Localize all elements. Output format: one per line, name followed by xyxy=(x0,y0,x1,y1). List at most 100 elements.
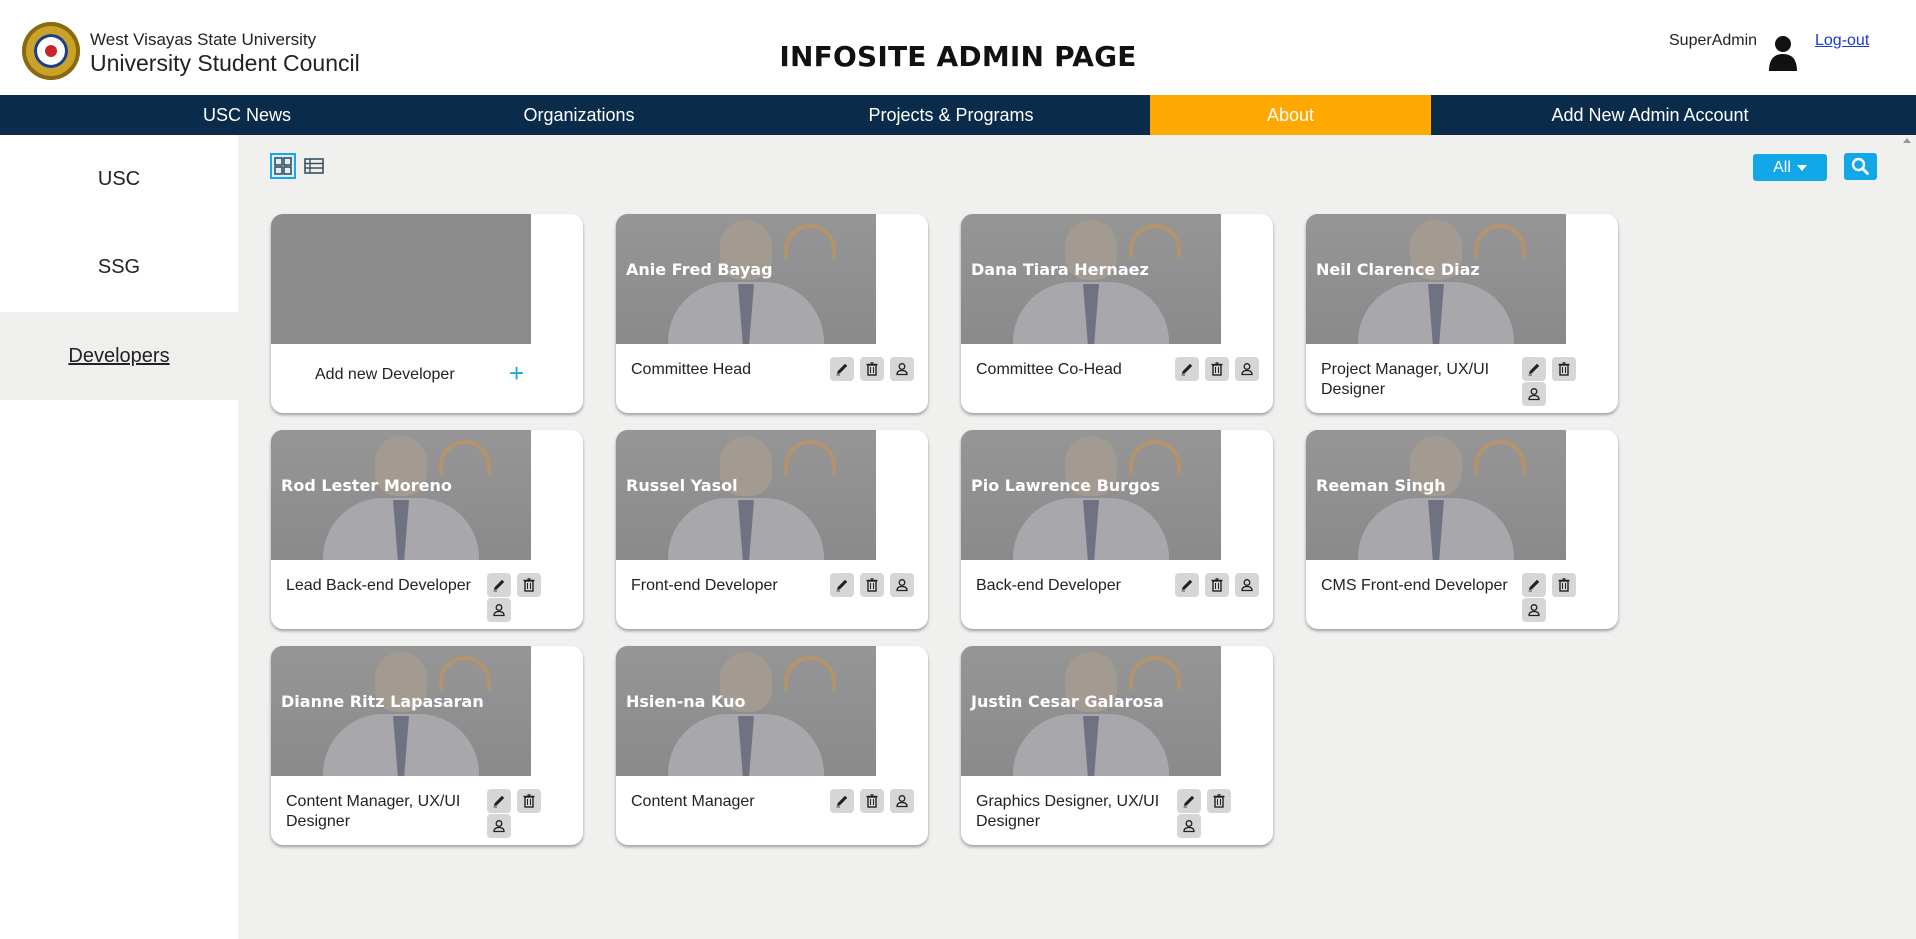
developer-photo xyxy=(1306,430,1566,560)
list-view-button[interactable] xyxy=(301,153,327,179)
developer-role: Committee Head xyxy=(631,361,752,378)
developer-role: Content Manager, UX/UI Designer xyxy=(286,793,461,830)
developer-name: Hsien-na Kuo xyxy=(626,692,746,711)
profile-button[interactable] xyxy=(890,573,914,597)
edit-button[interactable] xyxy=(1522,357,1546,381)
user-outline-icon xyxy=(1241,363,1253,376)
developer-role: CMS Front-end Developer xyxy=(1321,577,1508,594)
header: West Visayas State University University… xyxy=(0,0,1916,95)
developer-card: Anie Fred Bayag Committee Head xyxy=(616,214,928,413)
main-nav: USC News Organizations Projects & Progra… xyxy=(0,95,1916,135)
developer-role: Graphics Designer, UX/UI Designer xyxy=(976,793,1160,830)
sidebar: USC SSG Developers xyxy=(0,135,238,939)
filter-dropdown[interactable]: All xyxy=(1753,154,1827,181)
trash-icon xyxy=(1558,578,1570,592)
scroll-up-arrow[interactable] xyxy=(1903,138,1911,143)
pencil-icon xyxy=(1181,363,1193,376)
developer-name: Russel Yasol xyxy=(626,476,738,495)
edit-button[interactable] xyxy=(830,573,854,597)
user-icon[interactable] xyxy=(1768,34,1798,72)
delete-button[interactable] xyxy=(1552,357,1576,381)
developer-role: Front-end Developer xyxy=(631,577,778,594)
delete-button[interactable] xyxy=(1207,789,1231,813)
trash-icon xyxy=(1558,362,1570,376)
nav-organizations[interactable]: Organizations xyxy=(452,95,706,135)
trash-icon xyxy=(866,794,878,808)
pencil-icon xyxy=(836,363,848,376)
grid-view-button[interactable] xyxy=(270,153,296,179)
logout-link[interactable]: Log-out xyxy=(1815,32,1869,50)
sidebar-item-usc[interactable]: USC xyxy=(0,135,238,223)
edit-button[interactable] xyxy=(1175,573,1199,597)
edit-button[interactable] xyxy=(1522,573,1546,597)
pencil-icon xyxy=(1181,579,1193,592)
edit-button[interactable] xyxy=(487,789,511,813)
developer-name: Neil Clarence Diaz xyxy=(1316,260,1480,279)
delete-button[interactable] xyxy=(860,789,884,813)
nav-add-admin[interactable]: Add New Admin Account xyxy=(1485,95,1815,135)
developer-role: Back-end Developer xyxy=(976,577,1121,594)
delete-button[interactable] xyxy=(860,573,884,597)
trash-icon xyxy=(1211,362,1223,376)
developer-photo xyxy=(271,646,531,776)
placeholder-image xyxy=(271,214,531,344)
search-button[interactable] xyxy=(1844,153,1877,180)
developer-card: Dana Tiara Hernaez Committee Co-Head xyxy=(961,214,1273,413)
developer-card: Justin Cesar Galarosa Graphics Designer,… xyxy=(961,646,1273,845)
profile-button[interactable] xyxy=(1235,357,1259,381)
filter-label: All xyxy=(1773,159,1791,176)
profile-button[interactable] xyxy=(1235,573,1259,597)
edit-button[interactable] xyxy=(1175,357,1199,381)
plus-icon[interactable]: + xyxy=(509,358,524,388)
developer-photo xyxy=(616,430,876,560)
trash-icon xyxy=(1213,794,1225,808)
profile-button[interactable] xyxy=(1522,598,1546,622)
developer-name: Justin Cesar Galarosa xyxy=(971,692,1164,711)
list-view-icon xyxy=(304,158,324,174)
delete-button[interactable] xyxy=(517,789,541,813)
nav-projects-programs[interactable]: Projects & Programs xyxy=(807,95,1095,135)
edit-button[interactable] xyxy=(830,357,854,381)
pencil-icon xyxy=(1528,363,1540,376)
profile-button[interactable] xyxy=(890,357,914,381)
user-outline-icon xyxy=(896,579,908,592)
edit-button[interactable] xyxy=(487,573,511,597)
trash-icon xyxy=(523,794,535,808)
trash-icon xyxy=(866,362,878,376)
page-title: INFOSITE ADMIN PAGE xyxy=(779,40,1137,73)
developer-card: Hsien-na Kuo Content Manager xyxy=(616,646,928,845)
delete-button[interactable] xyxy=(517,573,541,597)
delete-button[interactable] xyxy=(1205,357,1229,381)
profile-button[interactable] xyxy=(487,598,511,622)
profile-button[interactable] xyxy=(890,789,914,813)
developer-photo xyxy=(271,430,531,560)
delete-button[interactable] xyxy=(1205,573,1229,597)
developer-photo xyxy=(1306,214,1566,344)
developer-name: Anie Fred Bayag xyxy=(626,260,773,279)
trash-icon xyxy=(1211,578,1223,592)
developer-photo xyxy=(616,214,876,344)
profile-button[interactable] xyxy=(487,814,511,838)
profile-button[interactable] xyxy=(1522,382,1546,406)
developer-name: Pio Lawrence Burgos xyxy=(971,476,1161,495)
grid-view-icon xyxy=(274,157,292,175)
sidebar-item-ssg[interactable]: SSG xyxy=(0,223,238,311)
add-developer-label: Add new Developer xyxy=(315,366,455,383)
chevron-down-icon xyxy=(1796,164,1807,171)
delete-button[interactable] xyxy=(860,357,884,381)
delete-button[interactable] xyxy=(1552,573,1576,597)
add-developer-card[interactable]: Add new Developer + xyxy=(271,214,583,413)
pencil-icon xyxy=(493,579,505,592)
edit-button[interactable] xyxy=(830,789,854,813)
pencil-icon xyxy=(836,579,848,592)
pencil-icon xyxy=(836,795,848,808)
user-name: SuperAdmin xyxy=(1669,32,1758,49)
profile-button[interactable] xyxy=(1177,814,1201,838)
sidebar-item-developers[interactable]: Developers xyxy=(0,312,238,400)
edit-button[interactable] xyxy=(1177,789,1201,813)
user-outline-icon xyxy=(1528,388,1540,401)
nav-about[interactable]: About xyxy=(1150,95,1431,135)
developer-name: Rod Lester Moreno xyxy=(281,476,452,495)
search-icon xyxy=(1851,157,1869,175)
nav-usc-news[interactable]: USC News xyxy=(120,95,374,135)
